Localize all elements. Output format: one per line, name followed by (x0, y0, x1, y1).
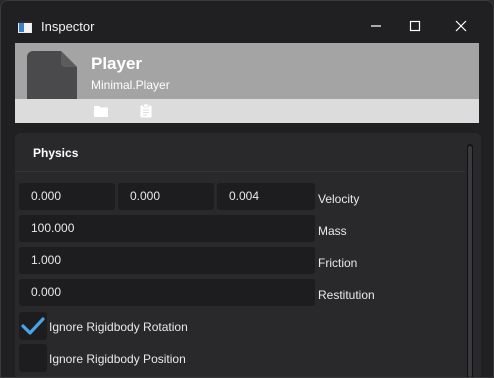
inspector-app-icon (18, 21, 32, 33)
close-icon (455, 20, 467, 32)
section-title: Physics (33, 146, 79, 160)
checkmark-icon (21, 317, 45, 335)
object-header: Player Minimal.Player (15, 43, 479, 115)
header-toolbar (15, 99, 479, 123)
maximize-icon (409, 20, 421, 32)
ignore-position-label: Ignore Rigidbody Position (49, 352, 186, 366)
velocity-label: Velocity (318, 192, 360, 206)
friction-label: Friction (318, 256, 358, 270)
inspector-window: Inspector Player Minimal.Player Physics … (0, 0, 494, 378)
close-button[interactable] (438, 9, 484, 43)
ignore-rotation-label: Ignore Rigidbody Rotation (49, 320, 188, 334)
mass-field[interactable]: 100.000 (19, 215, 315, 242)
scroll-thumb[interactable] (468, 146, 472, 377)
folder-icon[interactable] (94, 105, 108, 117)
section-divider (15, 171, 465, 172)
object-name: Player (91, 54, 143, 73)
mass-label: Mass (318, 224, 347, 238)
velocity-z-field[interactable]: 0.004 (217, 183, 315, 210)
ignore-rotation-checkbox[interactable] (19, 312, 47, 340)
velocity-x-field[interactable]: 0.000 (19, 183, 115, 210)
ignore-position-checkbox[interactable] (19, 344, 47, 372)
restitution-field[interactable]: 0.000 (19, 279, 315, 306)
vertical-scrollbar[interactable] (467, 144, 473, 377)
window-title: Inspector (41, 19, 95, 34)
object-type: Minimal.Player (91, 78, 170, 92)
friction-field[interactable]: 1.000 (19, 247, 315, 274)
velocity-y-field[interactable]: 0.000 (118, 183, 214, 210)
maximize-button[interactable] (392, 9, 438, 43)
clipboard-icon[interactable] (140, 104, 152, 118)
physics-section-header[interactable]: Physics (15, 133, 481, 171)
minimize-icon (371, 25, 381, 27)
title-bar[interactable]: Inspector (1, 1, 493, 47)
restitution-label: Restitution (318, 288, 375, 302)
